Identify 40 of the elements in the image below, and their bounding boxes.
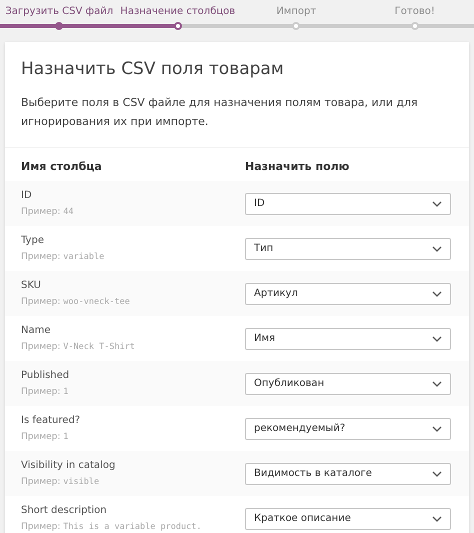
example-text: Пример: 1: [21, 432, 70, 442]
column-name: Name: [21, 325, 52, 336]
chevron-down-icon: [432, 290, 442, 296]
step-label: Назначение столбцов: [120, 5, 236, 19]
column-name: Type: [21, 235, 45, 246]
column-name: Is featured?: [21, 415, 82, 426]
chevron-down-icon: [432, 470, 442, 476]
chevron-down-icon: [432, 516, 442, 522]
column-name: Visibility in catalog: [21, 460, 116, 471]
card-title: Назначить CSV поля товарам: [20, 58, 285, 79]
example-text: Пример: 44: [21, 207, 75, 217]
chevron-down-icon: [432, 246, 442, 252]
field-select[interactable]: ID: [245, 192, 451, 214]
field-select[interactable]: Опубликован: [245, 372, 451, 394]
column-header: Имя столбца: [21, 160, 103, 173]
chevron-down-icon: [432, 380, 442, 386]
chevron-down-icon: [432, 426, 442, 432]
example-text: Пример: V-Neck T-Shirt: [21, 342, 136, 352]
example-text: Пример: This is a variable product.: [21, 522, 202, 532]
step-label: Загрузить CSV файл: [5, 5, 114, 19]
field-select[interactable]: Имя: [245, 328, 451, 350]
field-select[interactable]: Артикул: [245, 282, 451, 304]
field-select[interactable]: Видимость в каталоге: [245, 462, 451, 484]
example-text: Пример: woo-vneck-tee: [21, 297, 131, 307]
chevron-down-icon: [432, 200, 442, 206]
chevron-down-icon: [432, 336, 442, 342]
step-label: Готово!: [394, 5, 435, 19]
column-name: ID: [21, 190, 33, 201]
field-select[interactable]: рекомендуемый?: [245, 418, 451, 440]
field-select[interactable]: Краткое описание: [245, 508, 451, 530]
example-text: Пример: variable: [21, 252, 106, 262]
card-description: Выберите поля в CSV файле для назначения полям товара, или для игнорирования их при импорте.: [20, 95, 419, 130]
column-name: SKU: [21, 280, 42, 291]
step-label: Импорт: [276, 5, 316, 19]
column-name: Short description: [21, 505, 108, 516]
example-text: Пример: visible: [21, 477, 100, 487]
example-text: Пример: 1: [21, 387, 70, 397]
column-header: Назначить полю: [245, 160, 350, 173]
column-name: Published: [21, 370, 70, 381]
field-select[interactable]: Тип: [245, 238, 451, 260]
